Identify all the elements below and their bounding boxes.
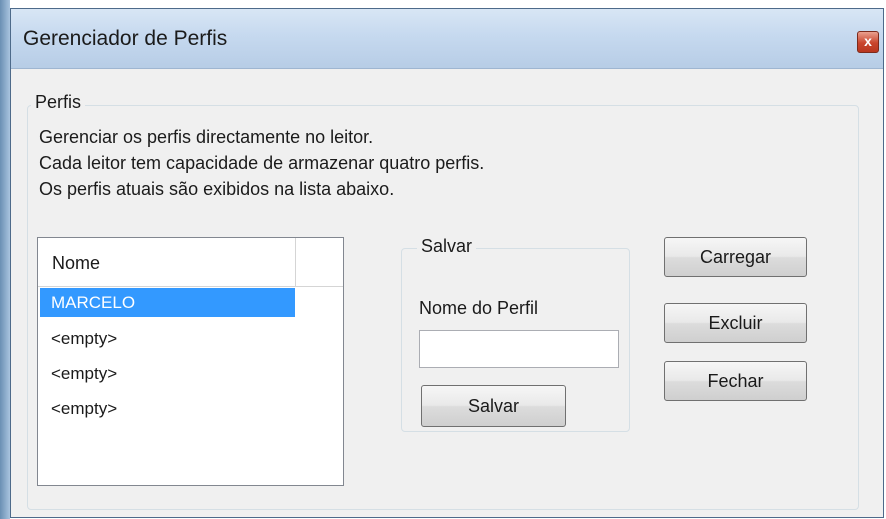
title-bar[interactable]: Gerenciador de Perfis x: [11, 9, 883, 69]
save-group-legend: Salvar: [417, 236, 477, 257]
profile-name-label: Nome do Perfil: [419, 298, 539, 318]
description-line-2: Cada leitor tem capacidade de armazenar …: [39, 153, 485, 173]
column-header-nome[interactable]: Nome: [38, 238, 296, 286]
description-line-1: Gerenciar os perfis directamente no leit…: [39, 127, 374, 147]
close-window-button[interactable]: x: [857, 31, 879, 53]
load-button[interactable]: Carregar: [664, 237, 807, 277]
save-button[interactable]: Salvar: [421, 385, 566, 427]
profiles-list[interactable]: Nome MARCELO <empty> <empty> <empty>: [37, 237, 344, 486]
list-item[interactable]: <empty>: [40, 324, 295, 353]
profile-name-input[interactable]: [419, 330, 619, 368]
dialog-body: Perfis Gerenciar os perfis directamente …: [11, 69, 883, 517]
close-icon: x: [864, 33, 872, 49]
profile-manager-dialog: Gerenciador de Perfis x Perfis Gerenciar…: [10, 8, 884, 518]
delete-button[interactable]: Excluir: [664, 303, 807, 343]
close-button[interactable]: Fechar: [664, 361, 807, 401]
list-item[interactable]: <empty>: [40, 359, 295, 388]
list-item[interactable]: <empty>: [40, 394, 295, 423]
description-line-3: Os perfis atuais são exibidos na lista a…: [39, 179, 395, 199]
list-header: Nome: [38, 238, 343, 287]
background-window-edge: [0, 0, 10, 519]
list-item-selected[interactable]: MARCELO: [40, 288, 295, 317]
window-title: Gerenciador de Perfis: [23, 27, 228, 50]
profiles-group-legend: Perfis: [31, 92, 86, 113]
